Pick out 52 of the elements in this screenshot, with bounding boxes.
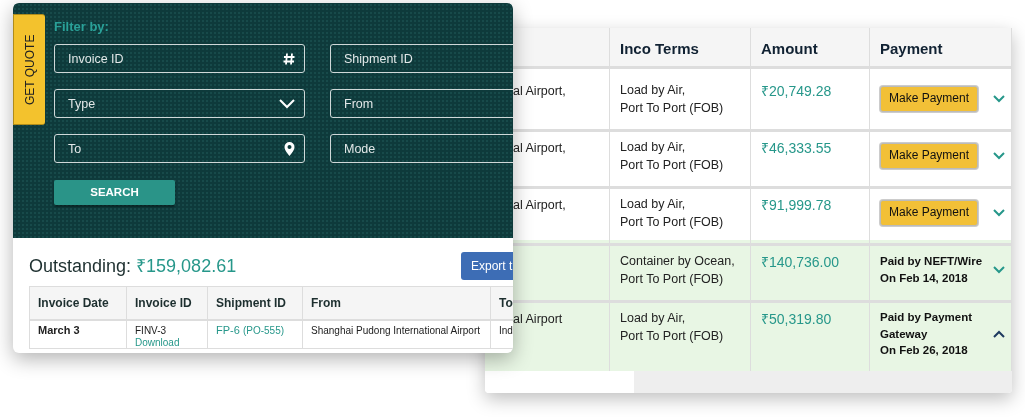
expand-chevron-icon[interactable] xyxy=(993,266,1005,275)
amount-text: ₹91,999.78 xyxy=(761,197,832,213)
select-field[interactable]: Type xyxy=(54,89,305,118)
table-cell: al Airport, xyxy=(513,198,566,212)
chevron-down-icon xyxy=(279,98,295,109)
expand-chevron-icon[interactable] xyxy=(993,209,1005,218)
amount-text: ₹50,319.80 xyxy=(761,311,832,327)
hash-icon xyxy=(283,52,295,65)
table-cell: Shanghai Pudong International Airport xyxy=(311,325,480,336)
input-field[interactable]: Invoice ID xyxy=(54,44,305,73)
table-cell: al Airport, xyxy=(513,84,566,98)
filter-title: Filter by: xyxy=(54,18,109,36)
column-header: Invoice Date xyxy=(29,286,127,320)
column-header: Payment xyxy=(870,28,1012,69)
column-header: Amount xyxy=(751,28,870,69)
input-field[interactable]: To xyxy=(54,134,305,163)
expand-chevron-icon[interactable] xyxy=(993,95,1005,104)
location-pin-icon xyxy=(284,141,295,156)
table-cell: FINV-3 xyxy=(135,325,167,336)
table-cell: Ind xyxy=(499,325,513,336)
make-payment-button[interactable]: Make Payment xyxy=(880,200,979,226)
column-header: Invoice ID xyxy=(126,286,208,320)
search-button[interactable]: SEARCH xyxy=(54,180,175,205)
column-header: Shipment ID xyxy=(207,286,303,320)
input-field[interactable]: From xyxy=(330,89,513,118)
collapse-chevron-icon[interactable] xyxy=(993,330,1005,338)
export-button[interactable]: Export t xyxy=(461,252,513,280)
table-cell: al Airport xyxy=(513,312,563,326)
amount-text: ₹140,736.00 xyxy=(761,254,840,270)
horizontal-scrollbar[interactable] xyxy=(485,371,1012,393)
input-field[interactable]: Mode xyxy=(330,134,513,163)
table-cell: al Airport, xyxy=(513,141,566,155)
get-quote-tab[interactable]: GET QUOTE xyxy=(13,14,45,125)
make-payment-button[interactable]: Make Payment xyxy=(880,143,979,169)
column-header: From xyxy=(302,286,491,320)
inco-terms-text: Load by Air, Port To Port (FOB) xyxy=(620,311,724,344)
payment-status-text: Paid by NEFT/Wire On Feb 14, 2018 xyxy=(880,254,983,287)
expand-chevron-icon[interactable] xyxy=(993,152,1005,161)
inco-terms-text: Container by Ocean, Port To Port (FOB) xyxy=(620,254,735,287)
inco-terms-text: Load by Air, Port To Port (FOB) xyxy=(620,197,724,230)
payment-status-text: Paid by Payment Gateway On Feb 26, 2018 xyxy=(880,310,974,359)
download-link[interactable]: Download xyxy=(135,337,180,349)
outstanding-total: Outstanding: ₹159,082.61 xyxy=(29,254,237,278)
column-header: To xyxy=(490,286,513,320)
inco-terms-text: Load by Air, Port To Port (FOB) xyxy=(620,140,724,173)
input-field[interactable]: Shipment ID xyxy=(330,44,513,73)
column-header: Inco Terms xyxy=(610,28,751,69)
amount-text: ₹46,333.55 xyxy=(761,140,832,156)
make-payment-button[interactable]: Make Payment xyxy=(880,86,979,112)
amount-text: ₹20,749.28 xyxy=(761,83,832,99)
inco-terms-text: Load by Air, Port To Port (FOB) xyxy=(620,83,724,116)
table-cell: March 3 xyxy=(38,324,80,336)
